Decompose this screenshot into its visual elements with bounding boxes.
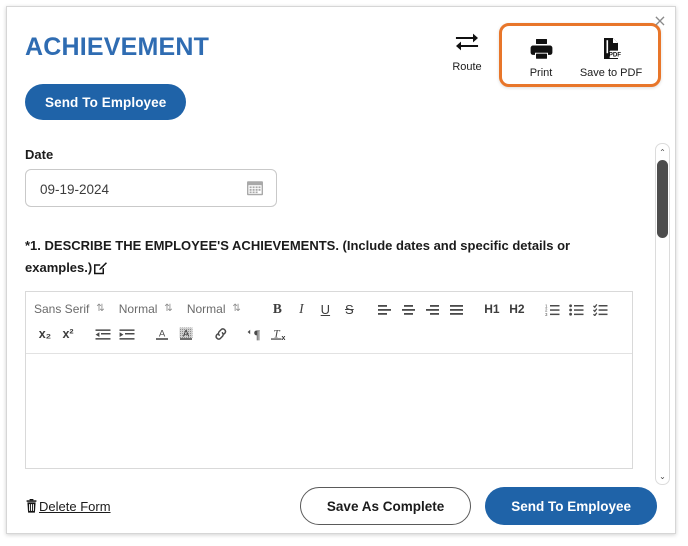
superscript-glyph: x² [62,327,74,342]
bold-glyph: B [272,301,282,317]
editor-content-area[interactable] [26,353,632,468]
delete-form-link[interactable]: Delete Form [25,499,111,514]
link-icon[interactable] [209,323,232,346]
scrollbar-thumb[interactable] [657,160,668,238]
scroll-down-arrow-icon[interactable]: ⌄ [656,469,669,483]
h1-glyph: H1 [484,302,500,317]
align-justify-icon[interactable] [445,298,468,321]
printer-icon [529,33,554,63]
save-to-pdf-label: Save to PDF [579,67,643,79]
scroll-up-arrow-icon[interactable]: ⌃ [656,145,669,159]
send-to-employee-button-bottom[interactable]: Send To Employee [485,487,657,525]
text-direction-icon[interactable]: ¶ [244,323,266,346]
text-color-icon[interactable]: A [150,323,173,346]
heading-style-select[interactable]: Normal ⇅ [187,302,241,316]
delete-form-label: Delete Form [39,498,111,514]
chevron-updown-icon: ⇅ [96,303,105,315]
superscript-icon[interactable]: x² [57,323,79,346]
header-actions: Route Print PDF Save to PDF [439,23,661,87]
svg-text:PDF: PDF [608,51,621,58]
strikethrough-icon[interactable]: S [338,298,361,321]
editor-toolbar-row-2: x₂ x² A A ¶ T x [34,322,626,347]
achievement-form-modal: × ACHIEVEMENT Send To Employee Route Pri… [6,6,676,534]
modal-footer: Delete Form Save As Complete Send To Emp… [7,479,675,533]
underline-icon[interactable]: U [314,298,337,321]
send-to-employee-button-top[interactable]: Send To Employee [25,84,187,120]
h2-glyph: H2 [509,302,525,317]
editor-toolbar-row-1: Sans Serif ⇅ Normal ⇅ Normal ⇅ B I U S H… [34,297,626,322]
trash-icon [25,499,38,513]
rich-text-editor: Sans Serif ⇅ Normal ⇅ Normal ⇅ B I U S H… [25,290,633,469]
print-save-highlight-group: Print PDF Save to PDF [499,23,661,87]
strikethrough-glyph: S [345,301,354,317]
footer-actions: Save As Complete Send To Employee [299,487,657,525]
date-field[interactable] [25,169,277,208]
bold-icon[interactable]: B [266,298,289,321]
indent-icon[interactable] [115,323,138,346]
form-scroll-body: Date 09-19-2024 *1. DESCRIBE THE EMPLOYE… [7,137,675,481]
check-list-icon[interactable] [589,298,612,321]
page-title: ACHIEVEMENT [25,33,210,61]
chevron-updown-icon: ⇅ [232,303,241,315]
ordered-list-icon[interactable]: 123 [541,298,564,321]
route-icon [454,27,480,57]
outdent-icon[interactable] [91,323,114,346]
italic-icon[interactable]: I [290,298,313,321]
close-icon[interactable]: × [650,11,670,31]
print-action-button[interactable]: Print [510,29,572,79]
date-field-label: Date [25,147,54,162]
bullet-list-icon[interactable] [565,298,588,321]
svg-text:¶: ¶ [253,328,260,341]
date-input[interactable] [26,170,252,208]
font-size-select[interactable]: Normal ⇅ [119,302,173,316]
background-color-icon[interactable]: A [174,323,197,346]
underline-glyph: U [320,301,331,317]
heading-1-icon[interactable]: H1 [480,298,504,321]
clear-formatting-icon[interactable]: Tx [267,323,289,346]
svg-text:A: A [182,329,189,340]
editor-toolbar: Sans Serif ⇅ Normal ⇅ Normal ⇅ B I U S H… [26,292,632,354]
font-family-value: Sans Serif [34,302,90,317]
align-right-icon[interactable] [421,298,444,321]
save-as-complete-button[interactable]: Save As Complete [299,487,472,525]
modal-header: ACHIEVEMENT Send To Employee Route Print… [7,7,675,137]
align-left-icon[interactable] [373,298,396,321]
align-center-icon[interactable] [397,298,420,321]
heading-style-value: Normal [186,302,226,317]
route-label: Route [452,61,482,73]
form-content: Date 09-19-2024 *1. DESCRIBE THE EMPLOYE… [7,137,655,481]
save-to-pdf-action-button[interactable]: PDF Save to PDF [572,29,650,79]
pdf-file-icon: PDF [599,33,624,63]
form-vertical-scrollbar[interactable]: ⌃ ⌄ [655,143,670,485]
subscript-icon[interactable]: x₂ [34,323,56,346]
font-family-select[interactable]: Sans Serif ⇅ [34,302,105,316]
calendar-icon[interactable] [246,179,264,197]
subscript-glyph: x₂ [38,327,52,342]
svg-text:A: A [158,329,165,340]
chevron-updown-icon: ⇅ [164,303,173,315]
svg-text:x: x [281,335,285,341]
italic-glyph: I [299,301,304,317]
font-size-value: Normal [118,302,158,317]
question-1-label: *1. DESCRIBE THE EMPLOYEE'S ACHIEVEMENTS… [25,235,615,280]
edit-pencil-icon[interactable] [93,261,108,275]
print-label: Print [529,67,553,79]
heading-2-icon[interactable]: H2 [505,298,529,321]
svg-text:3: 3 [545,312,548,316]
route-action-button[interactable]: Route [439,23,495,73]
